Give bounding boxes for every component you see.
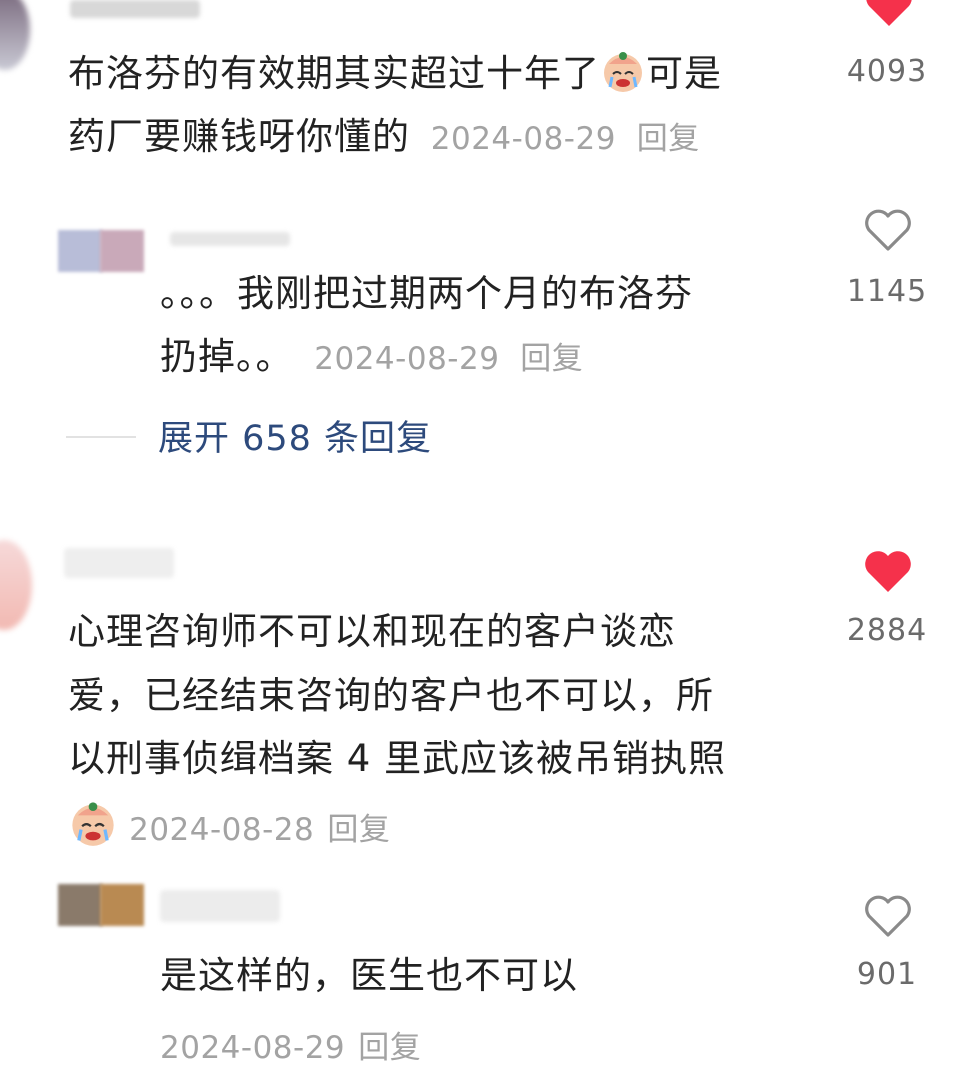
comment-text-line: 可是 [646, 52, 722, 95]
avatar[interactable] [58, 884, 144, 928]
reply-button[interactable]: 回复 [327, 812, 390, 848]
crying-face-emoji-icon [604, 52, 642, 92]
comment-text: 。。。我刚把过期两个月的布洛芬 [160, 264, 800, 324]
comment-date: 2024-08-28 [129, 812, 315, 848]
reply-button[interactable]: 回复 [358, 1030, 421, 1066]
comment-text: 是这样的，医生也不可以 [160, 946, 800, 1006]
comment-text-row2: 药厂要赚钱呀你懂的 2024-08-29 回复 [68, 107, 848, 169]
username-blurred[interactable] [160, 890, 280, 922]
comment-text: 以刑事侦缉档案 4 里武应该被吊销执照 [68, 729, 828, 789]
comment-meta: 2024-08-29 回复 [160, 1022, 421, 1067]
username-blurred[interactable] [170, 232, 290, 246]
comment-text: 爱，已经结束咨询的客户也不可以，所 [68, 666, 828, 726]
comment-text: 布洛芬的有效期其实超过十年了 可是 [68, 44, 788, 104]
comment-text-line: 爱，已经结束咨询的客户也不可以，所 [68, 674, 714, 717]
divider-line [66, 436, 136, 438]
avatar-pixel [58, 230, 102, 272]
avatar-pixel [58, 884, 102, 926]
comment-text-line: 布洛芬的有效期其实超过十年了 [68, 52, 600, 95]
comment-text-line: 扔掉。。 [160, 335, 294, 378]
heart-filled-icon[interactable] [864, 0, 914, 28]
comment-date: 2024-08-29 [160, 1030, 346, 1066]
like-count: 1145 [846, 274, 928, 309]
comment-text: 心理咨询师不可以和现在的客户谈恋 [68, 602, 828, 662]
comment-meta: 2024-08-28 回复 [68, 798, 390, 849]
comment-text-line: 是这样的，医生也不可以 [160, 954, 578, 997]
reply-button[interactable]: 回复 [637, 121, 700, 157]
username-blurred[interactable] [70, 0, 200, 18]
comment-text-line: 心理咨询师不可以和现在的客户谈恋 [68, 610, 676, 653]
heart-outline-icon[interactable] [863, 207, 913, 253]
comment-date: 2024-08-29 [430, 121, 616, 157]
comment-text-row2: 扔掉。。 2024-08-29 回复 [160, 327, 800, 389]
comment-text-line: 药厂要赚钱呀你懂的 [68, 115, 410, 158]
comment-text-line: 以刑事侦缉档案 4 里武应该被吊销执照 [68, 737, 727, 780]
avatar-pixel [100, 884, 144, 926]
heart-filled-icon[interactable] [863, 548, 913, 594]
like-count: 901 [856, 957, 918, 992]
avatar[interactable] [58, 230, 144, 272]
avatar[interactable] [0, 0, 30, 70]
avatar-pixel [100, 230, 144, 272]
heart-outline-icon[interactable] [863, 893, 913, 939]
like-count: 2884 [846, 613, 928, 648]
expand-replies-button[interactable]: 展开 658 条回复 [158, 410, 432, 461]
avatar[interactable] [0, 540, 32, 630]
comment-date: 2024-08-29 [314, 341, 500, 377]
username-blurred[interactable] [64, 548, 174, 578]
like-count: 4093 [846, 54, 928, 89]
crying-face-emoji-icon [72, 802, 114, 846]
reply-button[interactable]: 回复 [520, 341, 583, 377]
comment-text-line: 。。。我刚把过期两个月的布洛芬 [160, 272, 693, 315]
